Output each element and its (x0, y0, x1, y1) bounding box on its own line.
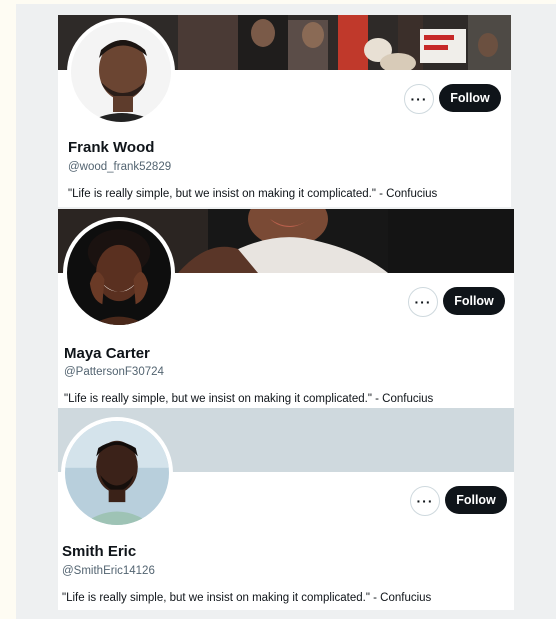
profile-name: Maya Carter (64, 345, 150, 362)
more-options-button[interactable]: ··· (410, 486, 440, 516)
more-options-button[interactable]: ··· (408, 287, 438, 317)
profile-list: ··· Follow Frank Wood @wood_frank52829 "… (16, 4, 556, 619)
profile-card-smith-eric[interactable]: ··· Follow Smith Eric @SmithEric14126 "L… (58, 408, 514, 610)
profile-name: Smith Eric (62, 543, 137, 560)
follow-button[interactable]: Follow (443, 287, 505, 315)
profile-card-maya-carter[interactable]: ··· Follow Maya Carter @PattersonF30724 … (58, 209, 514, 409)
avatar[interactable] (61, 417, 173, 529)
follow-button[interactable]: Follow (445, 486, 507, 514)
profile-bio: "Life is really simple, but we insist on… (62, 592, 432, 604)
profile-handle[interactable]: @wood_frank52829 (68, 161, 171, 173)
more-options-button[interactable]: ··· (404, 84, 434, 114)
avatar[interactable] (67, 18, 175, 126)
follow-button[interactable]: Follow (439, 84, 501, 112)
profile-name: Frank Wood (68, 139, 155, 156)
profile-bio: "Life is really simple, but we insist on… (64, 393, 434, 405)
profile-bio: "Life is really simple, but we insist on… (68, 188, 438, 200)
avatar[interactable] (63, 217, 175, 329)
profile-card-frank-wood[interactable]: ··· Follow Frank Wood @wood_frank52829 "… (58, 15, 511, 207)
profile-handle[interactable]: @SmithEric14126 (62, 565, 155, 577)
profile-handle[interactable]: @PattersonF30724 (64, 366, 164, 378)
